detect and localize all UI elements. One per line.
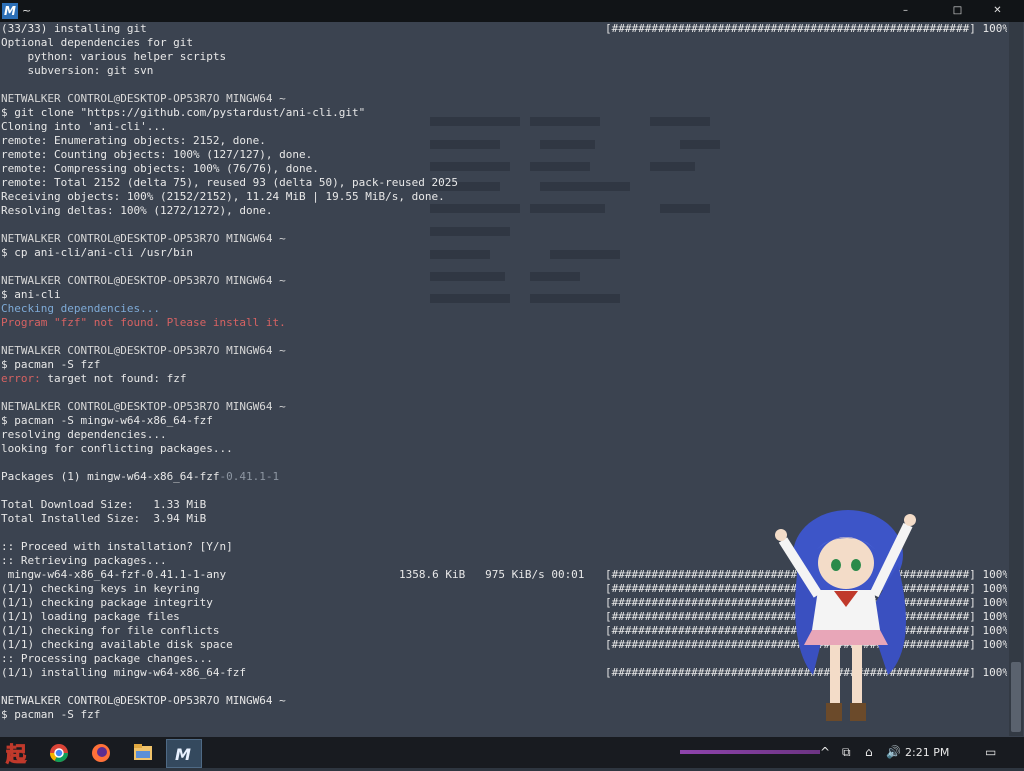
- mintty-app-icon[interactable]: M: [2, 3, 18, 19]
- scrollbar[interactable]: [1009, 22, 1023, 736]
- minimize-button[interactable]: –: [892, 4, 919, 18]
- tray-app-icon[interactable]: ⧉: [842, 745, 851, 760]
- terminal-line: (1/1) checking for file conflicts: [1, 624, 220, 637]
- terminal-line: (1/1) installing mingw-w64-x86_64-fzf: [1, 666, 247, 679]
- progress-bar: [#######################################…: [605, 638, 1007, 651]
- terminal-line: $ pacman -S fzf: [1, 358, 101, 371]
- terminal-line: (1/1) checking keys in keyring: [1, 582, 200, 595]
- terminal-line: Receiving objects: 100% (2152/2152), 11.…: [1, 190, 445, 203]
- terminal-line: $ ani-cli: [1, 288, 61, 301]
- progress-bar: [#######################################…: [605, 568, 1007, 581]
- volume-icon[interactable]: 🔊: [886, 745, 901, 759]
- terminal-line: NETWALKER CONTROL@DESKTOP-OP53R7O MINGW6…: [1, 92, 286, 105]
- progress-bar: [#######################################…: [605, 666, 1007, 679]
- mintty-taskbar-button[interactable]: M: [166, 739, 202, 768]
- close-button[interactable]: ✕: [984, 4, 1011, 18]
- taskbar-decor-stripe: [680, 750, 820, 754]
- terminal-line: $ cp ani-cli/ani-cli /usr/bin: [1, 246, 194, 259]
- terminal-line: (1/1) checking available disk space: [1, 638, 233, 651]
- progress-bar: [#######################################…: [605, 610, 1007, 623]
- download-stats: 1358.6 KiB 975 KiB/s 00:01: [399, 568, 585, 581]
- terminal-line: NETWALKER CONTROL@DESKTOP-OP53R7O MINGW6…: [1, 232, 286, 245]
- terminal-line: Optional dependencies for git: [1, 36, 194, 49]
- terminal-line: Cloning into 'ani-cli'...: [1, 120, 167, 133]
- terminal-line: remote: Compressing objects: 100% (76/76…: [1, 162, 319, 175]
- firefox-icon: [92, 744, 110, 762]
- taskbar: 起 M ^ ⧉ ⌂ 🔊 2:21 PM ▭: [0, 737, 1024, 768]
- terminal-line: $ git clone "https://github.com/pystardu…: [1, 106, 366, 119]
- progress-bar: [#######################################…: [605, 624, 1007, 637]
- terminal-line: mingw-w64-x86_64-fzf-0.41.1-1-any: [1, 568, 227, 581]
- maximize-button[interactable]: □: [944, 4, 971, 18]
- terminal-line: NETWALKER CONTROL@DESKTOP-OP53R7O MINGW6…: [1, 400, 286, 413]
- notification-center-icon[interactable]: ▭: [985, 745, 996, 759]
- terminal-line: NETWALKER CONTROL@DESKTOP-OP53R7O MINGW6…: [1, 274, 286, 287]
- title-bar[interactable]: M ~ – □ ✕: [0, 0, 1024, 22]
- terminal-line: Program "fzf" not found. Please install …: [1, 316, 286, 329]
- terminal-line: resolving dependencies...: [1, 428, 167, 441]
- mintty-icon: M: [175, 745, 191, 764]
- terminal-line: $ pacman -S mingw-w64-x86_64-fzf: [1, 414, 213, 427]
- package-version-suffix: -0.41.1-1: [219, 470, 280, 483]
- terminal-line: :: Proceed with installation? [Y/n]: [1, 540, 233, 553]
- terminal-line: Total Installed Size: 3.94 MiB: [1, 512, 207, 525]
- start-logo-icon: 起: [5, 742, 28, 767]
- scrollbar-thumb[interactable]: [1011, 662, 1021, 732]
- terminal-line: :: Processing package changes...: [1, 652, 213, 665]
- progress-bar: [#######################################…: [605, 22, 1007, 35]
- terminal-line: (33/33) installing git: [1, 22, 147, 35]
- folder-icon: [134, 744, 152, 760]
- progress-bar: [#######################################…: [605, 582, 1007, 595]
- svg-text:起: 起: [5, 742, 27, 766]
- taskbar-clock[interactable]: 2:21 PM: [905, 746, 949, 759]
- file-explorer-taskbar-button[interactable]: [126, 739, 160, 766]
- terminal-line: Resolving deltas: 100% (1272/1272), done…: [1, 204, 273, 217]
- terminal-line: python: various helper scripts: [1, 50, 227, 63]
- terminal-line: remote: Counting objects: 100% (127/127)…: [1, 148, 313, 161]
- terminal-line: looking for conflicting packages...: [1, 442, 233, 455]
- error-prefix: error:: [1, 372, 41, 385]
- terminal-line: $ pacman -S fzf: [1, 708, 101, 721]
- progress-bar: [#######################################…: [605, 596, 1007, 609]
- network-icon[interactable]: ⌂: [865, 745, 873, 759]
- terminal-line: (1/1) checking package integrity: [1, 596, 213, 609]
- terminal-line: remote: Enumerating objects: 2152, done.: [1, 134, 266, 147]
- terminal-line: (1/1) loading package files: [1, 610, 180, 623]
- terminal-line: Checking dependencies...: [1, 302, 160, 315]
- terminal-line: Total Download Size: 1.33 MiB: [1, 498, 207, 511]
- terminal-line: remote: Total 2152 (delta 75), reused 93…: [1, 176, 458, 189]
- chrome-icon: [50, 744, 68, 763]
- terminal-line: :: Retrieving packages...: [1, 554, 167, 567]
- terminal-line: subversion: git svn: [1, 64, 154, 77]
- terminal-line: NETWALKER CONTROL@DESKTOP-OP53R7O MINGW6…: [1, 344, 286, 357]
- chrome-taskbar-button[interactable]: [42, 739, 76, 766]
- window-title: ~: [22, 4, 32, 17]
- packages-line-text: Packages (1) mingw-w64-x86_64-fzf: [1, 470, 220, 483]
- terminal-line: NETWALKER CONTROL@DESKTOP-OP53R7O MINGW6…: [1, 694, 286, 707]
- tray-overflow-icon[interactable]: ^: [820, 745, 830, 759]
- terminal-window: M ~ – □ ✕ (33/33) installing git Optional…: [0, 0, 1024, 737]
- start-button[interactable]: 起: [2, 739, 36, 767]
- svg-text:M: M: [175, 745, 191, 764]
- terminal-output[interactable]: (33/33) installing git Optional dependenc…: [1, 22, 1007, 736]
- terminal-line: error: target not found: fzf: [1, 372, 187, 385]
- firefox-taskbar-button[interactable]: [84, 739, 118, 766]
- terminal-line: Packages (1) mingw-w64-x86_64-fzf-0.41.1…: [1, 470, 279, 484]
